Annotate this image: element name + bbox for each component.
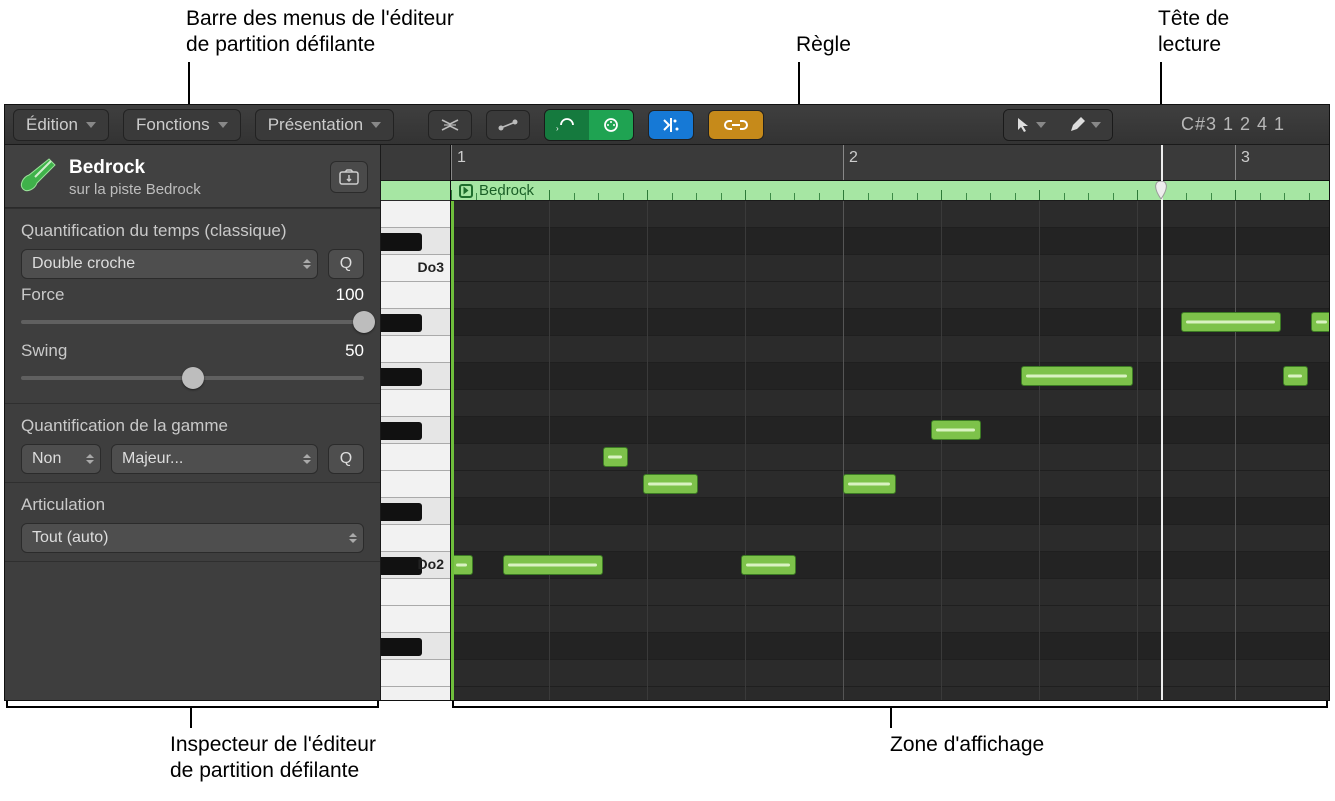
midi-note[interactable] xyxy=(503,555,603,575)
midi-in-button[interactable]: › xyxy=(545,110,589,140)
midi-note[interactable] xyxy=(643,474,698,494)
midi-note[interactable] xyxy=(843,474,896,494)
midi-note[interactable] xyxy=(603,447,628,467)
key-label: Do3 xyxy=(418,259,444,275)
callout-line xyxy=(190,706,192,728)
pointer-tool-button[interactable] xyxy=(1004,110,1058,140)
callout-menubar: Barre des menus de l'éditeur de partitio… xyxy=(186,6,454,59)
chevron-down-icon xyxy=(371,122,381,128)
menu-functions-label: Fonctions xyxy=(136,115,210,135)
collapse-view-button[interactable] xyxy=(428,110,472,140)
articulation-label: Articulation xyxy=(21,495,364,515)
automation-icon xyxy=(497,118,519,132)
pencil-tool-button[interactable] xyxy=(1058,110,1112,140)
midi-note[interactable] xyxy=(1021,366,1133,386)
midi-note[interactable] xyxy=(1283,366,1308,386)
swing-label: Swing xyxy=(21,341,67,361)
swing-value: 50 xyxy=(345,341,364,361)
quantize-apply-button[interactable]: Q xyxy=(328,249,364,279)
snapshot-icon xyxy=(339,169,359,185)
chevron-down-icon xyxy=(1036,122,1046,128)
midi-note[interactable] xyxy=(1311,312,1329,332)
q-label-2: Q xyxy=(340,450,352,468)
scale-quantize-apply-button[interactable]: Q xyxy=(328,444,364,474)
playhead-line[interactable] xyxy=(1161,145,1163,700)
chevron-down-icon xyxy=(218,122,228,128)
midi-note[interactable] xyxy=(741,555,796,575)
time-quantize-label: Quantification du temps (classique) xyxy=(21,221,364,241)
swing-slider[interactable] xyxy=(21,365,364,391)
swing-slider-thumb[interactable] xyxy=(182,367,204,389)
midi-out-icon xyxy=(600,116,622,134)
callout-playhead: Tête de lecture xyxy=(1158,6,1229,59)
inspector-header: Bedrock sur la piste Bedrock xyxy=(5,145,380,208)
ruler-bar-number: 3 xyxy=(1241,149,1250,167)
time-ruler[interactable]: 1 2 3 xyxy=(451,145,1329,181)
piano-keyboard[interactable]: Do3 Do2 xyxy=(381,145,451,700)
scale-quantize-label: Quantification de la gamme xyxy=(21,416,364,436)
force-label: Force xyxy=(21,285,64,305)
scale-type-value: Majeur... xyxy=(122,450,183,468)
callout-line xyxy=(890,706,892,728)
pencil-icon xyxy=(1069,117,1085,133)
ruler-bar-number: 2 xyxy=(849,149,858,167)
link-button[interactable] xyxy=(708,110,764,140)
region-track-subtitle: sur la piste Bedrock xyxy=(69,181,201,198)
callout-inspector: Inspecteur de l'éditeur de partition déf… xyxy=(170,732,376,785)
callout-display-area: Zone d'affichage xyxy=(890,732,1044,758)
piano-roll-grid[interactable] xyxy=(451,201,1329,700)
pointer-icon xyxy=(1016,117,1030,133)
midi-out-button[interactable] xyxy=(589,110,633,140)
menu-edit[interactable]: Édition xyxy=(13,109,109,141)
editor-menubar: Édition Fonctions Présentation xyxy=(5,105,1329,145)
key-label: Do2 xyxy=(418,556,444,572)
svg-text:›: › xyxy=(556,124,559,133)
scale-enabled-select[interactable]: Non xyxy=(21,444,101,474)
instrument-icon xyxy=(15,155,59,199)
collapse-icon xyxy=(440,118,460,132)
tool-segment xyxy=(1003,109,1113,141)
playhead-marker[interactable] xyxy=(1152,181,1170,199)
piano-roll-editor-window: Édition Fonctions Présentation xyxy=(4,104,1330,701)
callout-ruler: Règle xyxy=(796,32,851,58)
automation-curve-button[interactable] xyxy=(486,110,530,140)
articulation-value: Tout (auto) xyxy=(32,529,108,547)
menu-edit-label: Édition xyxy=(26,115,78,135)
note-grid-area[interactable]: 1 2 3 Bedrock xyxy=(451,145,1329,700)
scale-type-select[interactable]: Majeur... xyxy=(111,444,318,474)
force-value: 100 xyxy=(336,285,364,305)
midi-note[interactable] xyxy=(451,555,473,575)
inspector-bracket xyxy=(6,706,379,708)
region-start-edge xyxy=(451,201,454,700)
menu-functions[interactable]: Fonctions xyxy=(123,109,241,141)
position-readout: C#3 1 2 4 1 xyxy=(1181,114,1321,135)
q-label: Q xyxy=(340,255,352,273)
menu-presentation[interactable]: Présentation xyxy=(255,109,394,141)
midi-note[interactable] xyxy=(931,420,981,440)
ruler-bar-number: 1 xyxy=(457,149,466,167)
time-quantize-select[interactable]: Double croche xyxy=(21,249,318,279)
region-name: Bedrock xyxy=(69,157,201,179)
inspector-panel: Bedrock sur la piste Bedrock Quantificat… xyxy=(5,145,381,700)
catch-icon xyxy=(661,116,681,134)
force-slider-thumb[interactable] xyxy=(353,311,375,333)
time-quantize-value: Double croche xyxy=(32,255,135,273)
link-icon xyxy=(723,117,749,133)
chevron-down-icon xyxy=(86,122,96,128)
force-slider[interactable] xyxy=(21,309,364,335)
articulation-select[interactable]: Tout (auto) xyxy=(21,523,364,553)
catch-playhead-button[interactable] xyxy=(648,110,694,140)
midi-in-icon: › xyxy=(556,116,578,134)
menu-presentation-label: Présentation xyxy=(268,115,363,135)
snapshot-button[interactable] xyxy=(330,161,368,193)
editor-main-area: Bedrock sur la piste Bedrock Quantificat… xyxy=(5,145,1329,700)
scale-enabled-value: Non xyxy=(32,450,61,468)
region-header[interactable]: Bedrock xyxy=(451,181,1329,201)
midi-note[interactable] xyxy=(1181,312,1281,332)
midi-in-out-segment: › xyxy=(544,109,634,141)
chevron-down-icon xyxy=(1091,122,1101,128)
